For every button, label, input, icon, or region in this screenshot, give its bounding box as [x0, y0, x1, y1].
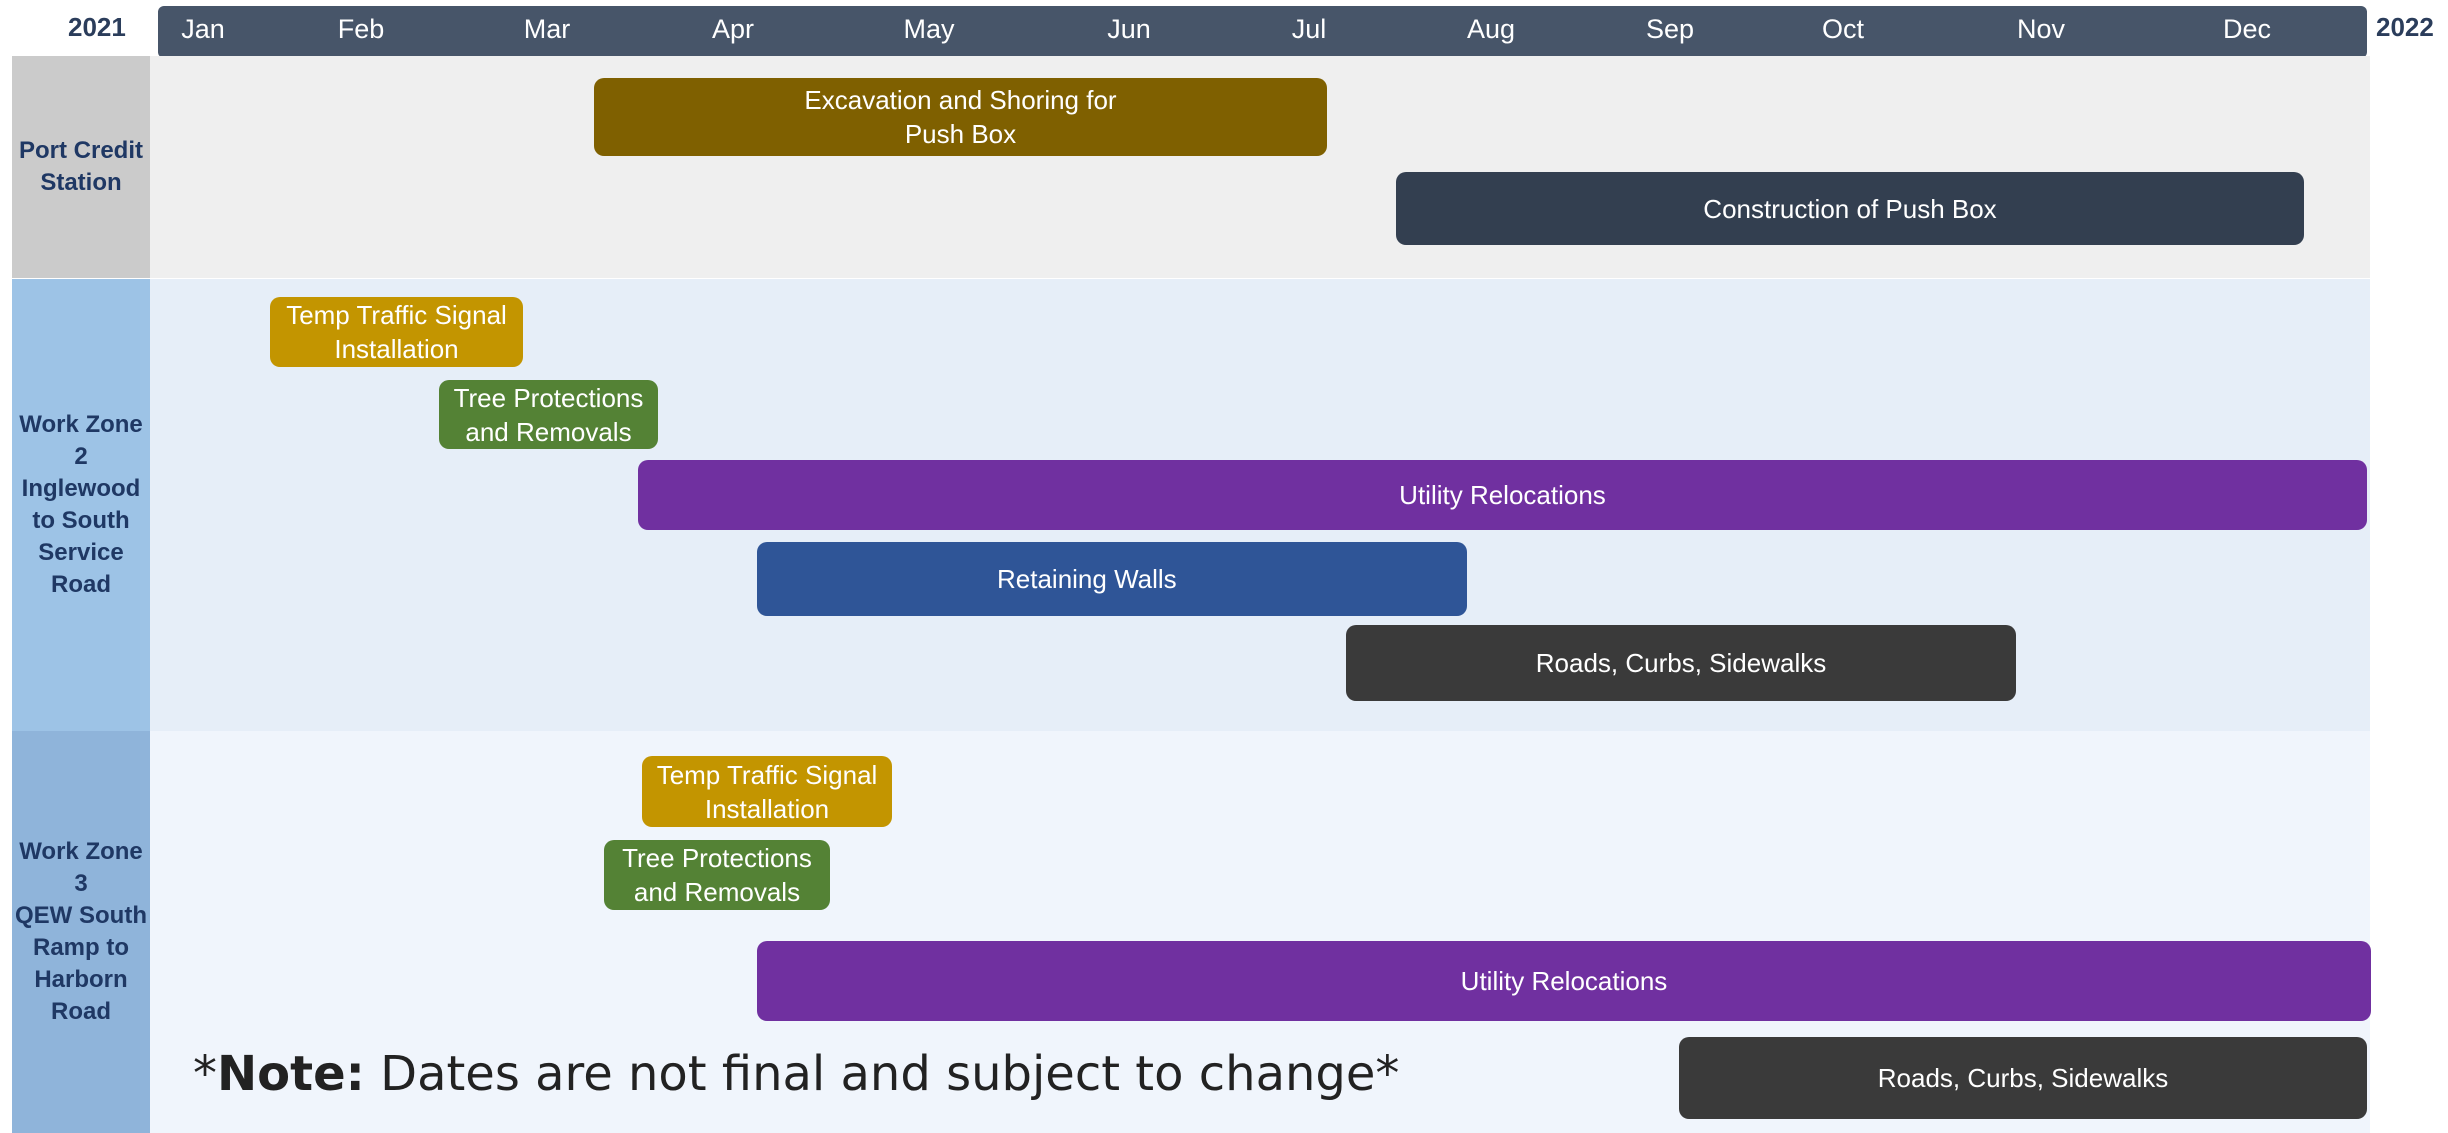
task-wz3-roads-curbs-sidewalks[interactable]: Roads, Curbs, Sidewalks: [1679, 1037, 2367, 1119]
task-wz2-retaining-walls[interactable]: Retaining Walls: [757, 542, 1467, 616]
month-label-aug: Aug: [1466, 14, 1516, 44]
task-wz3-tree-protections[interactable]: Tree Protections and Removals: [604, 840, 830, 910]
month-label-oct: Oct: [1821, 14, 1865, 44]
lane-label-work-zone-3: Work Zone 3 QEW South Ramp to Harborn Ro…: [12, 731, 150, 1133]
month-label-apr: Apr: [711, 14, 755, 44]
month-label-jan: Jan: [181, 14, 225, 44]
task-wz2-utility-relocations[interactable]: Utility Relocations: [638, 460, 2367, 530]
year-start-label: 2021: [68, 12, 126, 42]
task-wz2-temp-traffic-signal[interactable]: Temp Traffic Signal Installation: [270, 297, 523, 367]
note-prefix: *: [193, 1046, 217, 1102]
task-construction-push-box[interactable]: Construction of Push Box: [1396, 172, 2304, 245]
year-end-label: 2022: [2376, 12, 2434, 42]
task-excavation-shoring[interactable]: Excavation and Shoring for Push Box: [594, 78, 1327, 156]
month-label-jun: Jun: [1107, 14, 1151, 44]
lane-label-port-credit: Port Credit Station: [12, 56, 150, 278]
task-wz2-tree-protections[interactable]: Tree Protections and Removals: [439, 380, 658, 449]
month-label-may: May: [903, 14, 955, 44]
note-text: Dates are not final and subject to chang…: [364, 1046, 1400, 1102]
month-label-nov: Nov: [2016, 14, 2066, 44]
lane-label-work-zone-2: Work Zone 2 Inglewood to South Service R…: [12, 279, 150, 731]
month-label-jul: Jul: [1291, 14, 1327, 44]
month-label-feb: Feb: [337, 14, 385, 44]
task-wz3-temp-traffic-signal[interactable]: Temp Traffic Signal Installation: [642, 756, 892, 827]
task-wz2-roads-curbs-sidewalks[interactable]: Roads, Curbs, Sidewalks: [1346, 625, 2016, 701]
month-label-mar: Mar: [523, 14, 571, 44]
month-label-dec: Dec: [2222, 14, 2272, 44]
note-bold-label: Note:: [217, 1046, 365, 1102]
disclaimer-note: *Note: Dates are not final and subject t…: [193, 1046, 1399, 1102]
month-label-sep: Sep: [1645, 14, 1695, 44]
task-wz3-utility-relocations[interactable]: Utility Relocations: [757, 941, 2371, 1021]
